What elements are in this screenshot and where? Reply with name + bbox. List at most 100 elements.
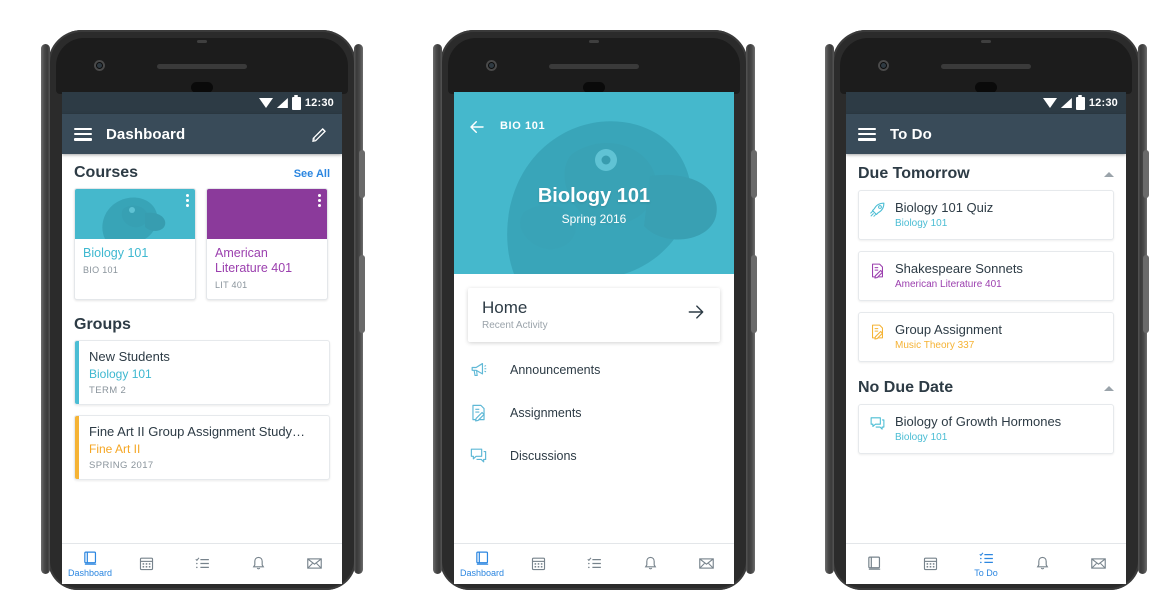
- menu-item-label: Announcements: [510, 362, 601, 377]
- status-bar: 12:30: [62, 92, 342, 114]
- caret-up-icon[interactable]: [1104, 171, 1114, 177]
- nav-todo[interactable]: To Do: [958, 550, 1014, 578]
- todo-course: American Literature 401: [895, 279, 1002, 290]
- dashboard-icon: [83, 551, 96, 565]
- todo-item-quiz[interactable]: Biology 101 Quiz Biology 101: [858, 190, 1114, 240]
- bell-icon: [1036, 556, 1048, 570]
- menu-item-discussions[interactable]: Discussions: [454, 434, 734, 477]
- signal-icon: [1060, 98, 1072, 108]
- phone-screen: 12:30 Dashboard Courses See All Biology …: [62, 92, 342, 584]
- phone-left-rail: [41, 44, 50, 574]
- power-button[interactable]: [1143, 150, 1149, 198]
- group-term: TERM 2: [89, 385, 127, 396]
- menu-item-label: Discussions: [510, 448, 577, 463]
- groups-header: Groups: [62, 300, 342, 340]
- todo-title: Biology of Growth Hormones: [895, 414, 1062, 429]
- front-camera-icon: [878, 60, 889, 71]
- course-thumbnail: [75, 189, 195, 239]
- assignment-icon: [468, 403, 488, 423]
- course-card-list: Biology 101 BIO 101 American Literature …: [62, 188, 342, 300]
- course-card-biology[interactable]: Biology 101 BIO 101: [74, 188, 196, 300]
- nav-inbox[interactable]: [678, 555, 734, 573]
- caret-up-icon[interactable]: [1104, 385, 1114, 391]
- bottom-navigation: To Do: [846, 543, 1126, 584]
- phone-left-rail: [433, 44, 442, 574]
- menu-item-assignments[interactable]: Assignments: [454, 391, 734, 434]
- discussion-icon: [869, 415, 886, 432]
- phone-todo: 12:30 To Do Due Tomorrow Biology 101 Qui…: [825, 30, 1149, 590]
- hamburger-icon[interactable]: [74, 127, 92, 141]
- arrow-right-icon[interactable]: [686, 302, 706, 327]
- todo-list-icon: [586, 557, 601, 569]
- page-title: Dashboard: [106, 125, 186, 143]
- nav-notifications[interactable]: [622, 555, 678, 573]
- status-bar: 12:30: [846, 92, 1126, 114]
- todo-item-group-assignment[interactable]: Group Assignment Music Theory 337: [858, 312, 1114, 362]
- group-item-new-students[interactable]: New Students Biology 101 TERM 2: [74, 340, 330, 405]
- power-button[interactable]: [751, 150, 757, 198]
- course-card-literature[interactable]: American Literature 401 LIT 401: [206, 188, 328, 300]
- nav-dashboard[interactable]: Dashboard: [62, 550, 118, 578]
- app-bar: Dashboard: [62, 114, 342, 154]
- phone-screen: BIO 101 Biology 101 Spring 2016 Home Rec…: [454, 92, 734, 584]
- todo-list-icon: [194, 557, 209, 569]
- nav-label: Dashboard: [459, 568, 505, 578]
- dashboard-content: Courses See All Biology 101 BIO 101 Amer…: [62, 154, 342, 584]
- todo-item-growth-hormones[interactable]: Biology of Growth Hormones Biology 101: [858, 404, 1114, 454]
- battery-icon: [291, 94, 301, 110]
- parrot-image: [102, 197, 166, 239]
- nav-inbox[interactable]: [286, 555, 342, 573]
- mic-icon: [981, 40, 991, 43]
- home-card[interactable]: Home Recent Activity: [468, 288, 720, 342]
- nav-label: Dashboard: [67, 568, 113, 578]
- section-header-due-tomorrow[interactable]: Due Tomorrow: [846, 154, 1126, 190]
- nav-dashboard[interactable]: Dashboard: [454, 550, 510, 578]
- home-card-title: Home: [482, 298, 528, 317]
- nav-calendar[interactable]: [118, 555, 174, 573]
- quiz-rocket-icon: [869, 201, 886, 218]
- group-item-fine-art[interactable]: Fine Art II Group Assignment Study… Fine…: [74, 415, 330, 480]
- volume-button[interactable]: [1143, 255, 1149, 333]
- pencil-icon[interactable]: [310, 124, 330, 144]
- volume-button[interactable]: [751, 255, 757, 333]
- nav-calendar[interactable]: [902, 555, 958, 573]
- section-heading: No Due Date: [858, 379, 954, 396]
- announcement-icon: [468, 360, 488, 380]
- nav-dashboard[interactable]: [846, 555, 902, 573]
- nav-todo[interactable]: [174, 555, 230, 573]
- mic-icon: [589, 40, 599, 43]
- phone-left-rail: [825, 44, 834, 574]
- power-button[interactable]: [359, 150, 365, 198]
- hamburger-icon[interactable]: [858, 127, 876, 141]
- section-header-no-due-date[interactable]: No Due Date: [846, 373, 1126, 404]
- course-thumbnail: [207, 189, 327, 239]
- nav-calendar[interactable]: [510, 555, 566, 573]
- nav-todo[interactable]: [566, 555, 622, 573]
- kebab-icon[interactable]: [186, 194, 189, 207]
- status-clock: 12:30: [1088, 97, 1118, 109]
- earpiece-speaker: [941, 64, 1031, 69]
- group-course: Fine Art II: [89, 442, 141, 456]
- todo-title: Group Assignment: [895, 322, 1002, 337]
- todo-item-sonnets[interactable]: Shakespeare Sonnets American Literature …: [858, 251, 1114, 301]
- course-menu-list: Announcements Assignments Discussions: [454, 348, 734, 477]
- see-all-link[interactable]: See All: [294, 168, 330, 180]
- nav-inbox[interactable]: [1070, 555, 1126, 573]
- volume-button[interactable]: [359, 255, 365, 333]
- bottom-navigation: Dashboard: [454, 543, 734, 584]
- nav-notifications[interactable]: [230, 555, 286, 573]
- group-course: Biology 101: [89, 367, 152, 381]
- nav-notifications[interactable]: [1014, 555, 1070, 573]
- dashboard-icon: [475, 551, 488, 565]
- todo-list-icon: [978, 552, 993, 564]
- group-name: Fine Art II Group Assignment Study…: [89, 424, 306, 439]
- kebab-icon[interactable]: [318, 194, 321, 207]
- menu-item-announcements[interactable]: Announcements: [454, 348, 734, 391]
- discussion-icon: [468, 446, 488, 466]
- parrot-image: [507, 121, 717, 274]
- arrow-left-icon[interactable]: [468, 118, 486, 136]
- bottom-navigation: Dashboard: [62, 543, 342, 584]
- menu-item-label: Assignments: [510, 405, 582, 420]
- wifi-icon: [258, 98, 273, 108]
- calendar-icon: [923, 557, 937, 571]
